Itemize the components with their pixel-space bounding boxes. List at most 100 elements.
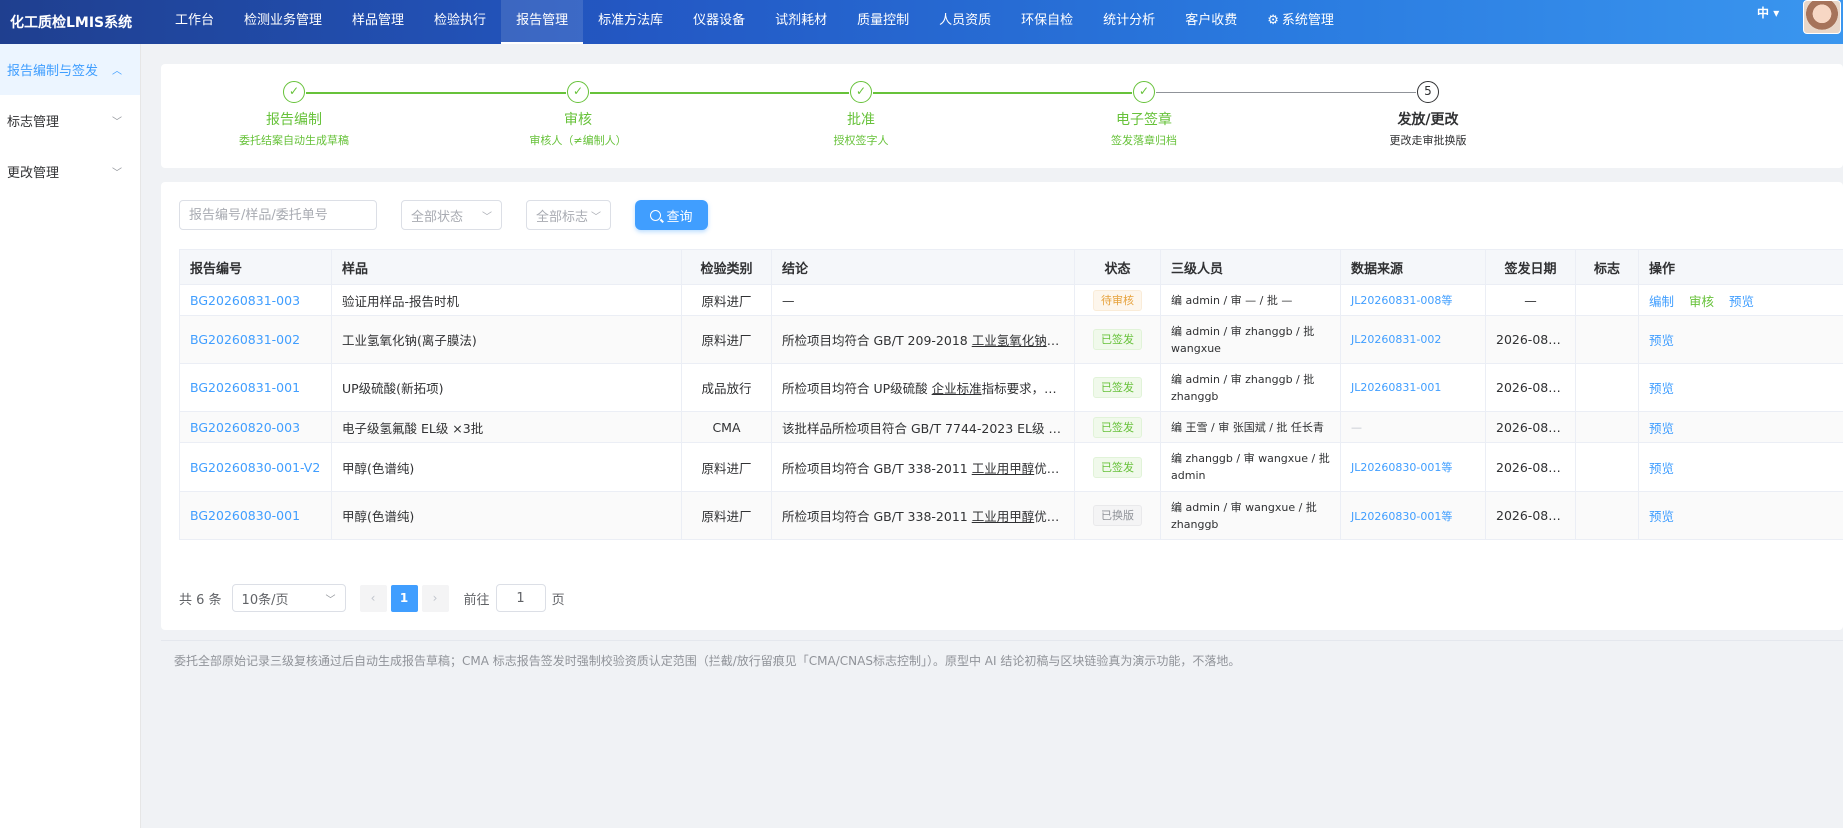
report-no-link[interactable]: BG20260830-001-V2 bbox=[179, 442, 332, 492]
conclusion-standard: 工业氢氧化钠 bbox=[971, 333, 1047, 348]
query-button[interactable]: 查询 bbox=[635, 200, 708, 230]
sidebar-item-label: 标志管理 bbox=[7, 115, 60, 130]
prev-page-button[interactable]: ‹ bbox=[359, 584, 387, 612]
report-no-link[interactable]: BG20260830-001 bbox=[179, 491, 332, 540]
col-header-conclusion: 结论 bbox=[771, 249, 1075, 285]
mark-cell bbox=[1575, 411, 1639, 443]
table-row: BG20260831-002 工业氢氧化钠(离子膜法) 原料进厂 所检项目均符合 GB… bbox=[179, 315, 1843, 364]
data-source-link[interactable]: JL20260830-001等 bbox=[1340, 442, 1486, 492]
nav-item-6[interactable]: 仪器设备 bbox=[678, 0, 760, 44]
page-size-select[interactable]: 10条/页 ﹀ bbox=[231, 584, 346, 612]
user-avatar[interactable] bbox=[1803, 0, 1841, 34]
preview-link[interactable]: 预览 bbox=[1649, 421, 1674, 436]
search-input[interactable] bbox=[179, 200, 377, 230]
check-icon: ✓ bbox=[567, 81, 589, 103]
col-header-mark: 标志 bbox=[1575, 249, 1639, 285]
data-source-link[interactable]: JL20260831-001 bbox=[1340, 363, 1486, 412]
conclusion-text: 所检项目均符合 GB/T 209-2018 bbox=[782, 333, 972, 348]
pagination: 共 6 条 10条/页﹀ ‹ 1 › 前往 页 bbox=[179, 584, 565, 612]
staff-cell: 编 admin / 审 zhanggb / 批 wangxue bbox=[1160, 315, 1341, 364]
total-count: 共 6 条 bbox=[179, 592, 222, 608]
nav-item-label: 工作台 bbox=[175, 13, 215, 28]
nav-item-9[interactable]: 人员资质 bbox=[924, 0, 1006, 44]
conclusion-text: 该批样品所检项目符合 GB/T 7744-2023 EL级 … bbox=[782, 420, 1061, 436]
page-number-current[interactable]: 1 bbox=[390, 584, 418, 612]
report-no-link[interactable]: BG20260831-001 bbox=[179, 363, 332, 412]
nav-item-13[interactable]: ⚙ 系统管理 bbox=[1252, 0, 1349, 44]
nav-item-11[interactable]: 统计分析 bbox=[1088, 0, 1170, 44]
data-source-link[interactable]: JL20260830-001等 bbox=[1340, 491, 1486, 540]
status-cell: 已换版 bbox=[1074, 491, 1161, 540]
sample-cell: UP级硫酸(新拓项) bbox=[331, 363, 682, 412]
report-no-link[interactable]: BG20260831-003 bbox=[179, 284, 332, 316]
sample-cell: 甲醇(色谱纯) bbox=[331, 442, 682, 492]
conclusion-cell: 所检项目均符合 UP级硫酸 企业标准指标要求，本… bbox=[771, 363, 1075, 412]
category-cell: 成品放行 bbox=[681, 363, 772, 412]
nav-item-8[interactable]: 质量控制 bbox=[842, 0, 924, 44]
preview-link[interactable]: 预览 bbox=[1649, 381, 1674, 396]
ops-cell: 预览 bbox=[1638, 491, 1843, 540]
conclusion-cell: 所检项目均符合 GB/T 338-2011 工业用甲醇优… bbox=[771, 491, 1075, 540]
category-cell: 原料进厂 bbox=[681, 284, 772, 316]
preview-link[interactable]: 预览 bbox=[1649, 461, 1674, 476]
col-header-report-no: 报告编号 bbox=[179, 249, 332, 285]
sidebar-item-1[interactable]: 标志管理 ﹀ bbox=[0, 95, 140, 146]
page-unit-label: 页 bbox=[551, 592, 565, 608]
sample-cell: 电子级氢氟酸 EL级 ×3批 bbox=[331, 411, 682, 443]
nav-item-12[interactable]: 客户收费 bbox=[1170, 0, 1252, 44]
edit-link[interactable]: 编制 bbox=[1649, 294, 1674, 309]
table-row: BG20260830-001 甲醇(色谱纯) 原料进厂 所检项目均符合 GB/T 33… bbox=[179, 491, 1843, 540]
status-cell: 已签发 bbox=[1074, 315, 1161, 364]
sidebar-item-label: 报告编制与签发 bbox=[7, 64, 99, 79]
sample-cell: 验证用样品-报告时机 bbox=[331, 284, 682, 316]
preview-link[interactable]: 预览 bbox=[1649, 333, 1674, 348]
nav-item-label: 统计分析 bbox=[1103, 13, 1156, 28]
status-cell: 已签发 bbox=[1074, 363, 1161, 412]
review-link[interactable]: 审核 bbox=[1689, 294, 1714, 309]
data-source-link[interactable]: JL20260831-002 bbox=[1340, 315, 1486, 364]
table-header-row: 报告编号 样品 检验类别 结论 状态 三级人员 数据来源 签发日期 标志 操作 bbox=[179, 249, 1843, 285]
conclusion-text: 所检项目均符合 UP级硫酸 bbox=[782, 381, 932, 396]
conclusion-text: 所检项目均符合 GB/T 338-2011 bbox=[782, 509, 972, 524]
nav-item-label: 试剂耗材 bbox=[775, 13, 828, 28]
nav-item-10[interactable]: 环保自检 bbox=[1006, 0, 1088, 44]
nav-item-5[interactable]: 标准方法库 bbox=[583, 0, 678, 44]
chevron-down-icon: ﹀ bbox=[112, 168, 122, 179]
nav-item-2[interactable]: 样品管理 bbox=[337, 0, 419, 44]
category-cell: 原料进厂 bbox=[681, 315, 772, 364]
data-source-link: — bbox=[1340, 411, 1486, 443]
sidebar-item-2[interactable]: 更改管理 ﹀ bbox=[0, 146, 140, 197]
nav-item-3[interactable]: 检验执行 bbox=[419, 0, 501, 44]
nav-item-0[interactable]: 工作台 bbox=[160, 0, 229, 44]
next-page-button[interactable]: › bbox=[421, 584, 449, 612]
report-no-link[interactable]: BG20260820-003 bbox=[179, 411, 332, 443]
data-source-link[interactable]: JL20260831-008等 bbox=[1340, 284, 1486, 316]
language-switcher[interactable]: 中 ▾ bbox=[1757, 4, 1779, 21]
nav-item-7[interactable]: 试剂耗材 bbox=[760, 0, 842, 44]
conclusion-cell: 该批样品所检项目符合 GB/T 7744-2023 EL级 … bbox=[771, 411, 1075, 443]
goto-page-input[interactable] bbox=[495, 584, 546, 612]
nav-item-label: 报告管理 bbox=[516, 13, 569, 28]
search-bar: 全部状态﹀ 全部标志﹀ 查询 bbox=[179, 200, 708, 230]
conclusion-text-tail: … bbox=[1046, 333, 1060, 348]
step-title: 电子签章 bbox=[1116, 112, 1172, 128]
preview-link[interactable]: 预览 bbox=[1649, 509, 1674, 524]
ops-cell: 预览 bbox=[1638, 363, 1843, 412]
nav-item-1[interactable]: 检测业务管理 bbox=[229, 0, 337, 44]
status-select[interactable]: 全部状态 ﹀ bbox=[401, 200, 502, 230]
preview-link[interactable]: 预览 bbox=[1729, 294, 1754, 309]
staff-cell: 编 zhanggb / 审 wangxue / 批 admin bbox=[1160, 442, 1341, 492]
nav-item-4[interactable]: 报告管理 bbox=[501, 0, 584, 44]
report-no-link[interactable]: BG20260831-002 bbox=[179, 315, 332, 364]
step-title: 报告编制 bbox=[266, 112, 322, 128]
col-header-status: 状态 bbox=[1074, 249, 1161, 285]
nav-item-label: 系统管理 bbox=[1281, 13, 1334, 28]
conclusion-cell: — bbox=[771, 284, 1075, 316]
chevron-down-icon: ﹀ bbox=[112, 117, 122, 128]
gear-icon: ⚙ bbox=[1267, 13, 1279, 28]
check-icon: ✓ bbox=[283, 81, 305, 103]
mark-select[interactable]: 全部标志 ﹀ bbox=[526, 200, 611, 230]
sidebar-item-0[interactable]: 报告编制与签发 ︿ bbox=[0, 44, 140, 95]
nav-item-label: 环保自检 bbox=[1021, 13, 1074, 28]
table-row: BG20260831-001 UP级硫酸(新拓项) 成品放行 所检项目均符合 UP级硫… bbox=[179, 363, 1843, 412]
